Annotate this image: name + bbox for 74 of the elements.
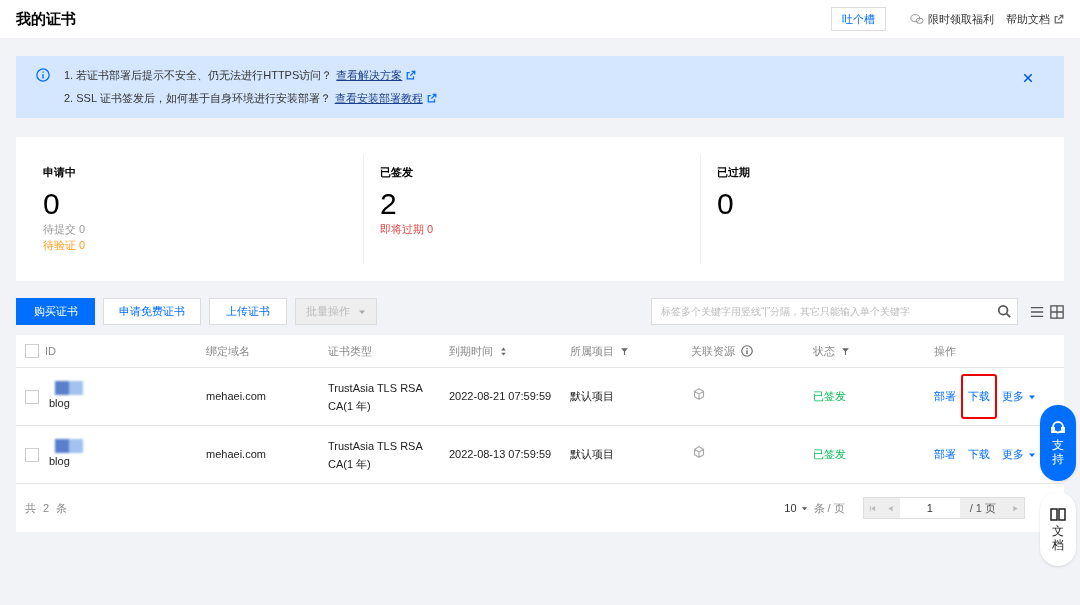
action-link[interactable]: 部署 [934,446,956,463]
sort-icon[interactable] [499,346,508,356]
list-view-icon[interactable] [1030,304,1044,319]
info-icon [36,68,50,82]
header-link[interactable]: 限时领取福利 [910,10,994,28]
status-text: 已签发 [813,448,846,461]
stat-title: 申请中 [43,165,77,180]
more-dropdown[interactable]: 更多 [1002,388,1036,405]
stat-detail: 待验证 0 [43,237,86,253]
notice-text: 2. SSL 证书签发后，如何基于自身环境进行安装部署？ [64,90,331,106]
column-header: 证书类型 [328,343,372,359]
stat-value: 0 [717,186,735,221]
help-link[interactable]: 查看解决方案 [336,67,417,84]
table-cell: 2022-08-13 07:59:59 [449,448,552,461]
column-header: ID [45,343,56,359]
feedback-button[interactable]: 吐个槽 [831,7,886,31]
stat-detail: 即将过期 0 [380,221,434,237]
column-header: 绑定域名 [206,343,250,359]
column-header: 所属项目 [570,343,614,359]
filter-icon[interactable] [841,346,850,356]
table-cell: 默认项目 [570,448,614,461]
header-link[interactable]: 帮助文档 [1006,10,1064,28]
page-size-unit: 条 / 页 [813,500,845,516]
grid-view-icon[interactable] [1050,304,1064,319]
info-icon[interactable] [741,345,753,357]
checkbox[interactable] [25,389,39,404]
column-header: 操作 [934,343,956,359]
cube-icon [693,446,705,459]
more-dropdown[interactable]: 更多 [1002,446,1036,463]
action-link[interactable]: 部署 [934,388,956,405]
total-count: 共 2 条 [25,500,70,516]
toolbar-button[interactable]: 申请免费证书 [103,298,201,325]
toolbar-button[interactable]: 购买证书 [16,298,95,325]
close-icon[interactable] [1022,72,1034,84]
column-header: 状态 [813,343,835,359]
certificate-id: blog [49,396,71,412]
table-cell: 默认项目 [570,390,614,403]
table-cell: TrustAsia TLS RSA CA(1 年) [328,439,423,470]
stat-detail: 待提交 0 [43,221,86,237]
certificate-id: blog [49,454,71,470]
stat-value: 0 [43,186,61,221]
redaction-mark [55,439,83,454]
external-link-icon [406,70,417,81]
external-link-icon [1054,14,1064,24]
filter-icon[interactable] [620,346,629,356]
column-header: 关联资源 [691,343,735,359]
cube-icon [693,388,705,401]
page-size-dropdown[interactable]: 10 [784,499,808,517]
stat-title: 已过期 [717,165,751,180]
column-header: 到期时间 [449,343,493,359]
stat-value: 2 [380,186,398,221]
headset-icon [1050,420,1066,436]
chat-bubbles-icon [910,12,924,26]
help-link[interactable]: 查看安装部署教程 [334,89,437,106]
stat-title: 已签发 [380,165,414,180]
table-cell: mehaei.com [206,390,266,403]
book-icon [1050,506,1066,522]
page-title: 我的证书 [16,8,76,29]
checkbox[interactable] [25,447,39,462]
external-link-icon [426,92,437,103]
search-icon[interactable] [997,304,1011,318]
status-text: 已签发 [813,390,846,403]
notice-text: 1. 若证书部署后提示不安全、仍无法进行HTTPS访问？ [64,68,333,83]
table-cell: 2022-08-21 07:59:59 [449,390,552,403]
action-link[interactable]: 下载 [968,446,990,463]
toolbar-button[interactable]: 上传证书 [209,298,287,325]
support-button[interactable]: 支持 [1040,405,1076,481]
docs-button[interactable]: 文档 [1040,492,1076,566]
caret-icon [800,504,808,512]
checkbox[interactable] [25,344,39,358]
table-cell: TrustAsia TLS RSA CA(1 年) [328,381,423,412]
table-cell: mehaei.com [206,448,266,461]
redaction-mark [55,381,83,396]
action-link[interactable]: 下载 [968,388,990,405]
